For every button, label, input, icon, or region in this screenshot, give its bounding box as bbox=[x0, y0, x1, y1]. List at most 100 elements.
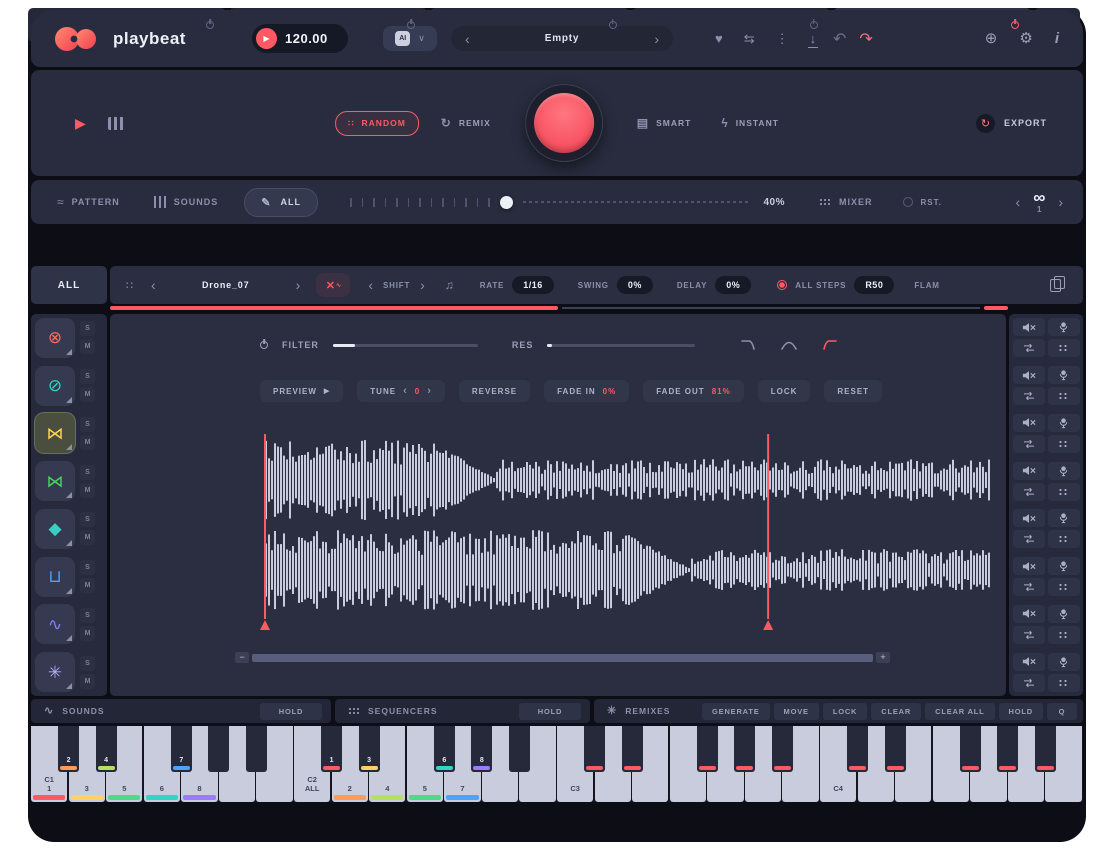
preset-prev-button[interactable]: ‹ bbox=[465, 32, 470, 46]
key-Ds1[interactable]: 4 bbox=[96, 726, 117, 772]
copy-icon[interactable] bbox=[1050, 279, 1061, 292]
gear-icon[interactable]: ⚙ bbox=[1019, 29, 1032, 47]
solo-button[interactable]: S bbox=[80, 512, 95, 527]
mute-button[interactable]: M bbox=[80, 530, 95, 545]
track-drum-record-mic-button[interactable] bbox=[1048, 318, 1080, 336]
solo-button[interactable]: S bbox=[80, 321, 95, 336]
lowpass-icon[interactable] bbox=[741, 338, 757, 352]
fade-out-control[interactable]: FADE OUT 81% bbox=[643, 380, 743, 402]
track-cymbal-record-mic-button[interactable] bbox=[1048, 366, 1080, 384]
info-icon[interactable]: i bbox=[1055, 30, 1059, 47]
track-shaker-drag-handle[interactable] bbox=[1048, 530, 1080, 548]
track-wave-swap-button[interactable] bbox=[1013, 626, 1045, 644]
key-Gs3[interactable] bbox=[734, 726, 755, 772]
track-tom-button[interactable]: ⊔ bbox=[35, 557, 75, 597]
track-hihat-closed-drag-handle[interactable] bbox=[1048, 435, 1080, 453]
save-download-icon[interactable]: ↓ bbox=[810, 32, 817, 45]
key-Ds2[interactable]: 3 bbox=[359, 726, 380, 772]
key-As4[interactable] bbox=[1035, 726, 1056, 772]
clear-all-button[interactable]: CLEAR ALL bbox=[925, 703, 994, 720]
tune-down-button[interactable]: ‹ bbox=[403, 385, 408, 397]
key-As3[interactable] bbox=[772, 726, 793, 772]
mute-button[interactable]: M bbox=[80, 626, 95, 641]
globe-icon[interactable]: ⊕ bbox=[985, 29, 998, 47]
all-steps-radio[interactable] bbox=[777, 280, 787, 290]
key-Gs1[interactable] bbox=[208, 726, 229, 772]
track-drum-button[interactable]: ⊗ bbox=[35, 318, 75, 358]
tab-sounds[interactable]: SOUNDS bbox=[154, 196, 219, 208]
highpass-icon[interactable] bbox=[821, 338, 837, 352]
remix-hold-button[interactable]: HOLD bbox=[999, 703, 1043, 720]
bandpass-icon[interactable] bbox=[781, 338, 797, 352]
preview-play-icon[interactable]: ▶ bbox=[75, 115, 86, 132]
mute-button[interactable]: M bbox=[80, 483, 95, 498]
slider-knob[interactable] bbox=[500, 196, 513, 209]
sounds-hold-button[interactable]: HOLD bbox=[260, 703, 322, 720]
mute-button[interactable]: M bbox=[80, 435, 95, 450]
track-cymbal-speaker-mute-button[interactable] bbox=[1013, 366, 1045, 384]
key-Gs2[interactable]: 8 bbox=[471, 726, 492, 772]
rate-value[interactable]: 1/16 bbox=[512, 276, 554, 294]
waveform-display[interactable] bbox=[110, 424, 1006, 634]
start-marker-handle[interactable] bbox=[260, 620, 270, 630]
bpm-value[interactable]: 120.00 bbox=[285, 31, 328, 46]
tune-up-button[interactable]: › bbox=[427, 385, 432, 397]
main-trigger-button[interactable] bbox=[525, 84, 603, 162]
solo-button[interactable]: S bbox=[80, 560, 95, 575]
track-shaker-record-mic-button[interactable] bbox=[1048, 509, 1080, 527]
notes-icon[interactable]: ♫ bbox=[445, 278, 454, 292]
track-hihat-open-button[interactable]: ⋈ bbox=[35, 461, 75, 501]
dice-icon[interactable]: ∷ bbox=[126, 279, 133, 292]
mixer-button[interactable]: MIXER bbox=[819, 197, 873, 207]
shift-left-button[interactable]: ‹ bbox=[368, 278, 373, 292]
sample-next-button[interactable]: › bbox=[296, 278, 301, 292]
smart-button[interactable]: ▤ SMART bbox=[637, 116, 692, 130]
track-cymbal-button[interactable]: ⊘ bbox=[35, 366, 75, 406]
lock-button[interactable]: LOCK bbox=[758, 380, 811, 402]
track-hihat-open-speaker-mute-button[interactable] bbox=[1013, 462, 1045, 480]
solo-button[interactable]: S bbox=[80, 656, 95, 671]
power-icon[interactable] bbox=[1011, 21, 1019, 29]
key-Cs3[interactable] bbox=[584, 726, 605, 772]
scrollbar-thumb[interactable] bbox=[252, 654, 873, 662]
track-hihat-closed-button[interactable]: ⋈ bbox=[35, 413, 75, 453]
reset-button[interactable]: RESET bbox=[824, 380, 882, 402]
lock-button[interactable]: LOCK bbox=[823, 703, 867, 720]
key-Cs2[interactable]: 1 bbox=[321, 726, 342, 772]
all-steps-cell[interactable]: ALL bbox=[31, 266, 107, 304]
randomize-amount-slider[interactable] bbox=[350, 198, 490, 207]
reverse-button[interactable]: REVERSE bbox=[459, 380, 530, 402]
track-tom-record-mic-button[interactable] bbox=[1048, 557, 1080, 575]
ai-generator-dropdown[interactable]: AI ∨ bbox=[383, 26, 437, 51]
delay-value[interactable]: 0% bbox=[715, 276, 751, 294]
tempo-display[interactable]: ▶ 120.00 bbox=[252, 24, 348, 53]
solo-button[interactable]: S bbox=[80, 417, 95, 432]
solo-button[interactable]: S bbox=[80, 608, 95, 623]
mute-button[interactable]: M bbox=[80, 578, 95, 593]
generate-button[interactable]: GENERATE bbox=[702, 703, 770, 720]
key-Gs4[interactable] bbox=[997, 726, 1018, 772]
power-icon[interactable] bbox=[810, 21, 818, 29]
track-drum-swap-button[interactable] bbox=[1013, 339, 1045, 357]
clear-sample-button[interactable]: ✕∿ bbox=[316, 273, 350, 297]
track-sparkle-swap-button[interactable] bbox=[1013, 674, 1045, 692]
clear-button[interactable]: CLEAR bbox=[871, 703, 921, 720]
slider-dotted-track[interactable] bbox=[523, 201, 748, 204]
flam-label[interactable]: FLAM bbox=[914, 281, 939, 290]
track-sparkle-speaker-mute-button[interactable] bbox=[1013, 653, 1045, 671]
mute-button[interactable]: M bbox=[80, 674, 95, 689]
track-tom-swap-button[interactable] bbox=[1013, 578, 1045, 596]
track-drum-speaker-mute-button[interactable] bbox=[1013, 318, 1045, 336]
shuffle-icon[interactable]: ⇆ bbox=[744, 31, 755, 47]
shift-right-button[interactable]: › bbox=[420, 278, 425, 292]
track-cymbal-drag-handle[interactable] bbox=[1048, 387, 1080, 405]
track-hihat-closed-record-mic-button[interactable] bbox=[1048, 414, 1080, 432]
track-tom-speaker-mute-button[interactable] bbox=[1013, 557, 1045, 575]
zoom-out-button[interactable]: − bbox=[235, 652, 249, 663]
preset-next-button[interactable]: › bbox=[654, 32, 659, 46]
track-hihat-open-swap-button[interactable] bbox=[1013, 483, 1045, 501]
piano-mode-icon[interactable] bbox=[108, 117, 125, 130]
track-sparkle-button[interactable]: ✳ bbox=[35, 652, 75, 692]
preview-button[interactable]: PREVIEW ▶ bbox=[260, 380, 343, 402]
track-wave-record-mic-button[interactable] bbox=[1048, 605, 1080, 623]
